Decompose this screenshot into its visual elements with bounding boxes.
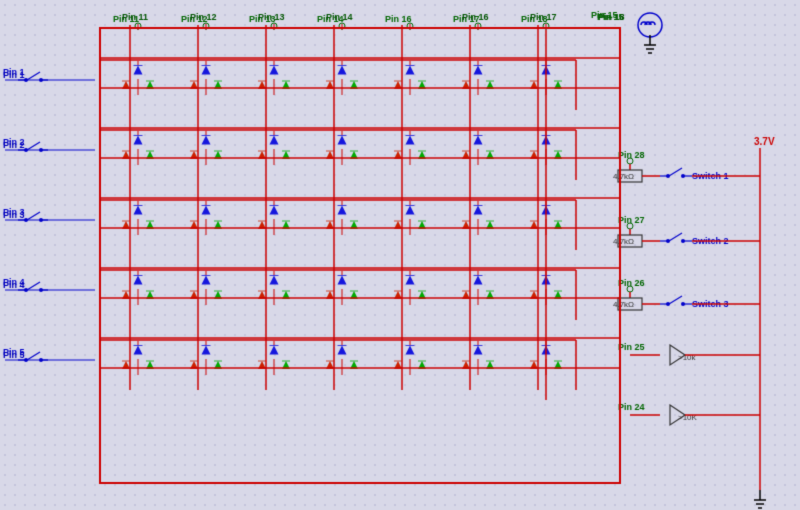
schematic-diagram bbox=[0, 0, 800, 510]
circuit-canvas bbox=[0, 0, 800, 510]
